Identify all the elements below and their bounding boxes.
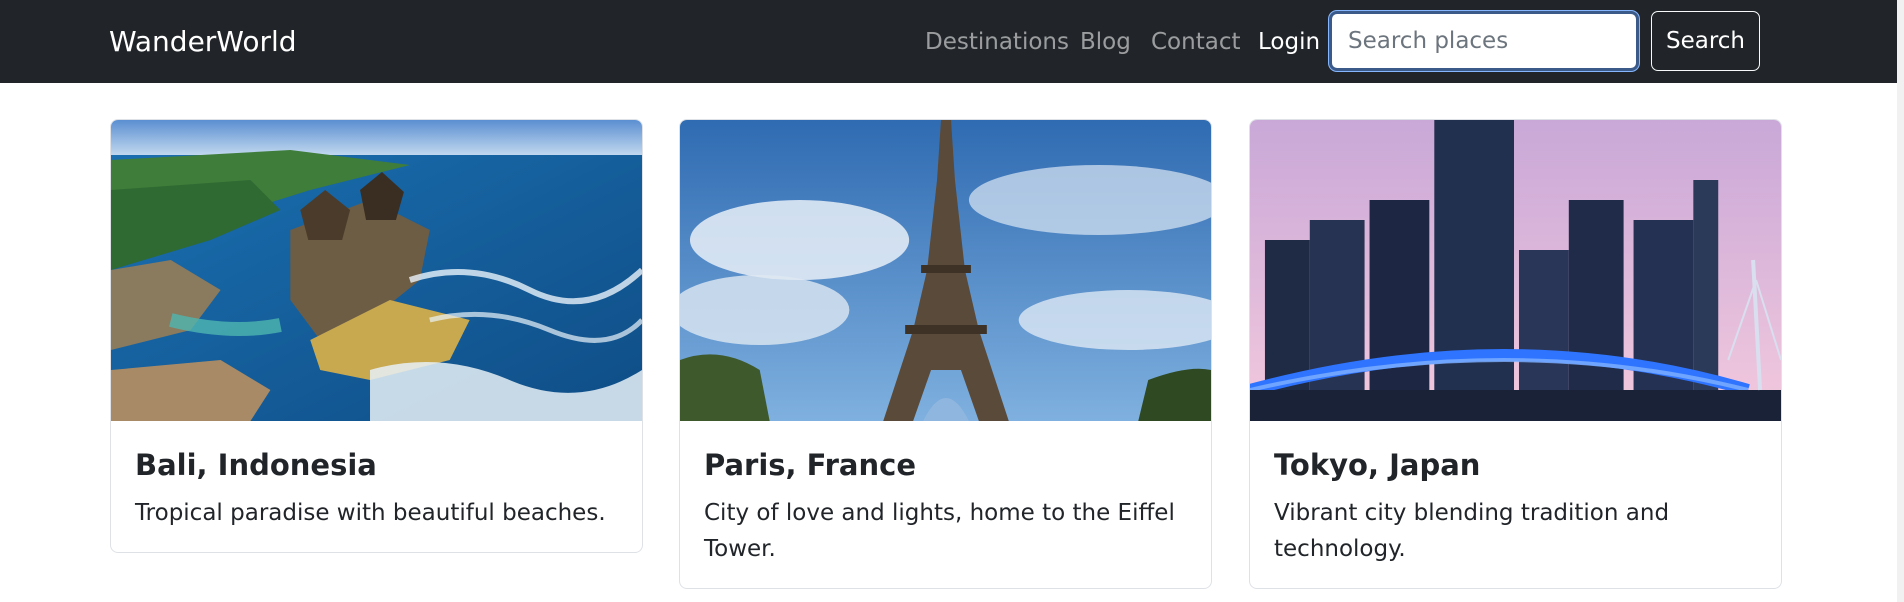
nav-link-blog[interactable]: Blog [1080, 26, 1131, 58]
tokyo-skyline-bridge-image [1250, 120, 1781, 421]
search-button[interactable]: Search [1651, 11, 1760, 71]
card-text: Vibrant city blending tradition and tech… [1274, 500, 1670, 562]
brand-logo-link[interactable]: WanderWorld [109, 22, 297, 62]
top-navbar: WanderWorld Destinations Blog Contact Lo… [0, 0, 1904, 83]
search-input[interactable] [1329, 11, 1639, 71]
card-text: City of love and lights, home to the Eif… [704, 500, 1175, 562]
nav-link-destinations[interactable]: Destinations [925, 26, 1069, 58]
card-text: Tropical paradise with beautiful beaches… [135, 500, 606, 526]
card-title: Paris, France [704, 448, 916, 482]
page-scrollbar[interactable] [1897, 0, 1904, 602]
bali-temple-coast-image [111, 120, 642, 421]
nav-link-contact[interactable]: Contact [1151, 26, 1240, 58]
card-title: Bali, Indonesia [135, 448, 377, 482]
eiffel-tower-image [680, 120, 1211, 421]
destination-card-bali: Bali, Indonesia Tropical paradise with b… [110, 119, 643, 553]
card-body: Tokyo, Japan Vibrant city blending tradi… [1250, 421, 1781, 567]
card-body: Paris, France City of love and lights, h… [680, 421, 1211, 567]
card-body: Bali, Indonesia Tropical paradise with b… [111, 421, 642, 531]
nav-link-login[interactable]: Login [1258, 26, 1320, 58]
destination-card-tokyo: Tokyo, Japan Vibrant city blending tradi… [1249, 119, 1782, 589]
destination-card-paris: Paris, France City of love and lights, h… [679, 119, 1212, 589]
card-title: Tokyo, Japan [1274, 448, 1481, 482]
